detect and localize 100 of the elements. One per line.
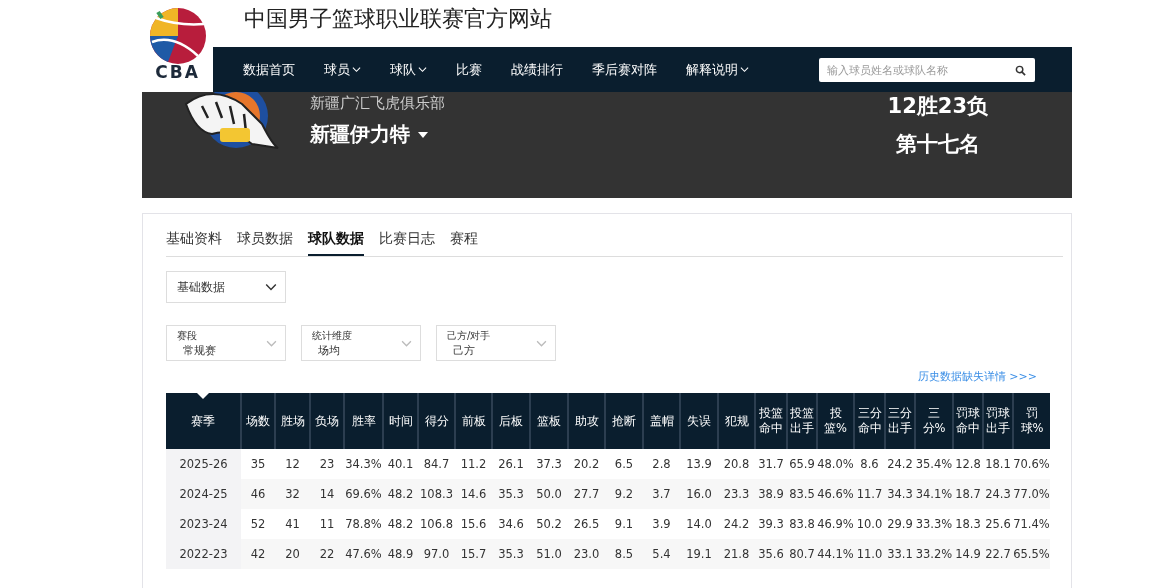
- column-header[interactable]: 时间: [383, 393, 418, 449]
- column-header[interactable]: 前板: [455, 393, 492, 449]
- team-name-dropdown[interactable]: 新疆伊力特: [310, 121, 445, 148]
- table-cell: 12: [275, 449, 310, 479]
- column-header[interactable]: 罚球%: [1013, 393, 1050, 449]
- table-cell: 83.8: [787, 509, 817, 539]
- table-cell: 69.6%: [344, 479, 383, 509]
- table-cell: 26.1: [492, 449, 530, 479]
- column-header[interactable]: 助攻: [568, 393, 605, 449]
- nav-item[interactable]: 战绩排行: [511, 60, 563, 79]
- table-cell: 37.3: [530, 449, 568, 479]
- column-header[interactable]: 失误: [680, 393, 718, 449]
- column-header[interactable]: 投篮出手: [787, 393, 817, 449]
- search-field[interactable]: 输入球员姓名或球队名称: [819, 57, 1035, 82]
- table-cell: 10.0: [854, 509, 885, 539]
- tab[interactable]: 比赛日志: [379, 228, 435, 256]
- table-cell: 22: [310, 539, 344, 569]
- column-header[interactable]: 篮板: [530, 393, 568, 449]
- filter-select[interactable]: 赛段 常规赛: [166, 325, 286, 361]
- table-cell: 34.3: [885, 479, 915, 509]
- table-cell: 84.7: [418, 449, 455, 479]
- column-header[interactable]: 得分: [418, 393, 455, 449]
- table-cell: 50.0: [530, 479, 568, 509]
- filter-value: 场均: [318, 342, 341, 358]
- table-cell: 18.7: [953, 479, 983, 509]
- nav-item[interactable]: 数据首页: [243, 60, 295, 79]
- table-cell: 24.3: [983, 479, 1013, 509]
- column-header[interactable]: 抢断: [605, 393, 643, 449]
- table-cell: 78.8%: [344, 509, 383, 539]
- table-cell: 35.6: [755, 539, 787, 569]
- filter-select[interactable]: 己方/对手 己方: [436, 325, 556, 361]
- column-header[interactable]: 三分命中: [854, 393, 885, 449]
- table-cell: 41: [275, 509, 310, 539]
- table-cell: 35: [241, 449, 275, 479]
- table-cell: 42: [241, 539, 275, 569]
- table-cell: 65.5%: [1013, 539, 1050, 569]
- nav-item[interactable]: 季后赛对阵: [592, 60, 657, 79]
- column-header[interactable]: 后板: [492, 393, 530, 449]
- table-cell: 24.2: [718, 509, 755, 539]
- table-cell: 35.3: [492, 479, 530, 509]
- column-header[interactable]: 赛季: [166, 393, 241, 449]
- table-cell: 23.3: [718, 479, 755, 509]
- column-header[interactable]: 投篮命中: [755, 393, 787, 449]
- tab[interactable]: 赛程: [450, 228, 478, 256]
- table-cell: 106.8: [418, 509, 455, 539]
- tab[interactable]: 球员数据: [237, 228, 293, 256]
- table-cell: 40.1: [383, 449, 418, 479]
- table-cell: 32: [275, 479, 310, 509]
- column-header[interactable]: 负场: [310, 393, 344, 449]
- table-cell: 35.3: [492, 539, 530, 569]
- column-header[interactable]: 罚球出手: [983, 393, 1013, 449]
- table-cell: 2025-26: [166, 449, 241, 479]
- table-cell: 27.7: [568, 479, 605, 509]
- table-cell: 35.4%: [915, 449, 953, 479]
- table-cell: 2023-24: [166, 509, 241, 539]
- table-cell: 108.3: [418, 479, 455, 509]
- tab[interactable]: 基础资料: [166, 228, 222, 256]
- table-cell: 31.7: [755, 449, 787, 479]
- history-link[interactable]: 历史数据缺失详情 >>>: [917, 369, 1037, 384]
- column-header[interactable]: 胜场: [275, 393, 310, 449]
- tab[interactable]: 球队数据: [308, 228, 364, 256]
- table-cell: 23: [310, 449, 344, 479]
- column-header[interactable]: 三分出手: [885, 393, 915, 449]
- column-header[interactable]: 盖帽: [643, 393, 680, 449]
- table-cell: 11.0: [854, 539, 885, 569]
- nav-item[interactable]: 球队: [390, 60, 427, 79]
- table-cell: 12.8: [953, 449, 983, 479]
- table-cell: 16.0: [680, 479, 718, 509]
- caret-icon: [418, 131, 428, 138]
- nav-item[interactable]: 解释说明: [686, 60, 749, 79]
- column-header[interactable]: 三分%: [915, 393, 953, 449]
- column-header[interactable]: 罚球命中: [953, 393, 983, 449]
- nav-item[interactable]: 比赛: [456, 60, 482, 79]
- search-icon[interactable]: [1015, 64, 1026, 76]
- table-cell: 14.6: [455, 479, 492, 509]
- column-header[interactable]: 投篮%: [817, 393, 854, 449]
- table-cell: 44.1%: [817, 539, 854, 569]
- table-cell: 52: [241, 509, 275, 539]
- table-cell: 3.9: [643, 509, 680, 539]
- table-cell: 34.6: [492, 509, 530, 539]
- team-record: 12胜23负: [887, 93, 988, 120]
- column-header[interactable]: 犯规: [718, 393, 755, 449]
- table-cell: 15.7: [455, 539, 492, 569]
- table-cell: 29.9: [885, 509, 915, 539]
- table-cell: 48.9: [383, 539, 418, 569]
- table-cell: 11: [310, 509, 344, 539]
- table-cell: 38.9: [755, 479, 787, 509]
- column-header[interactable]: 场数: [241, 393, 275, 449]
- table-cell: 14.9: [953, 539, 983, 569]
- table-cell: 20.8: [718, 449, 755, 479]
- table-cell: 20: [275, 539, 310, 569]
- stat-type-select[interactable]: 基础数据: [166, 271, 286, 303]
- filter-select[interactable]: 统计维度 场均: [301, 325, 421, 361]
- filter-value: 己方: [453, 342, 476, 358]
- sort-indicator-icon: [197, 393, 209, 399]
- column-header[interactable]: 胜率: [344, 393, 383, 449]
- nav-item[interactable]: 球员: [324, 60, 361, 79]
- table-cell: 2024-25: [166, 479, 241, 509]
- table-cell: 34.1%: [915, 479, 953, 509]
- table-cell: 51.0: [530, 539, 568, 569]
